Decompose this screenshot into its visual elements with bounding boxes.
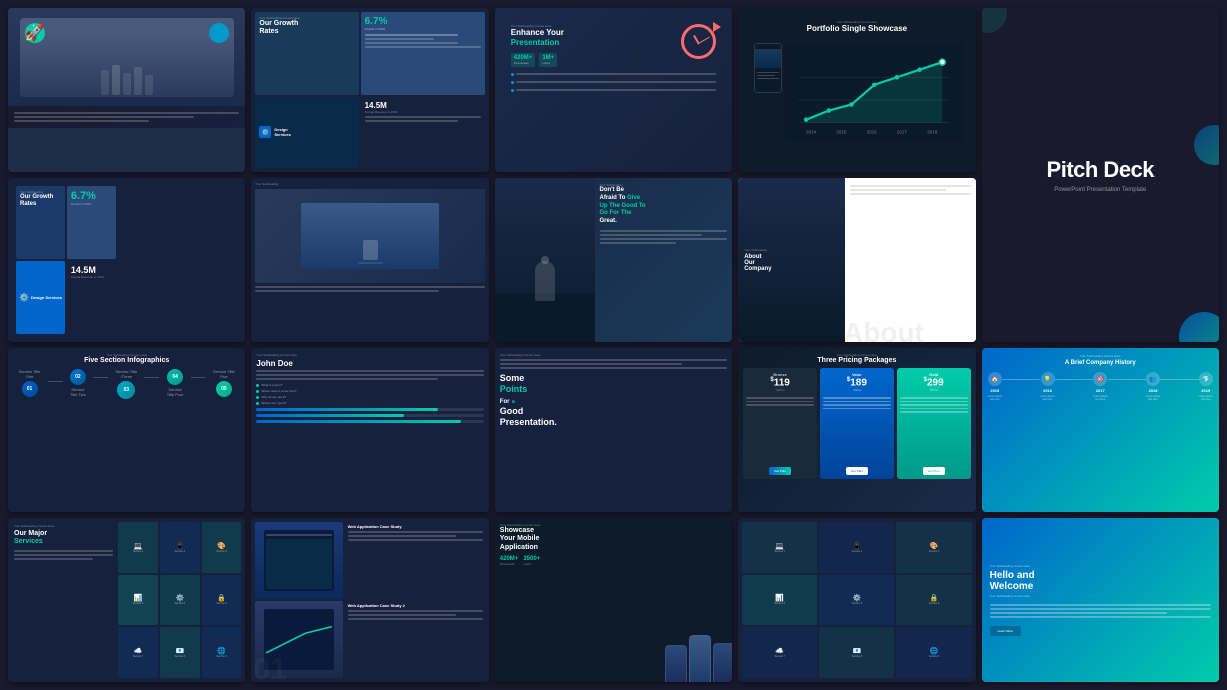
hello-company-sub: Your Subheading Comes Here	[990, 594, 1211, 598]
service-cell-2: 📱 Service 2	[819, 522, 894, 573]
learn-more-btn[interactable]: Learn More	[990, 626, 1021, 636]
icon-star	[209, 23, 229, 43]
afraid-title: Don't BeAfraid To GiveUp The Good ToGo F…	[600, 187, 728, 226]
growth-in-2019: Growth in 2019	[71, 202, 112, 206]
infographics-title: Five Section Infographics	[13, 357, 240, 364]
points-body	[500, 359, 727, 369]
svg-text:2016: 2016	[867, 129, 878, 134]
case1-title: Web Application Case Study	[348, 524, 483, 529]
growth-stat-label: Growth in 2019	[365, 27, 481, 31]
showcase-stat-2: 3500+ Users	[523, 556, 540, 566]
slide-pitch-deck[interactable]: Pitch Deck PowerPoint Presentation Templ…	[982, 8, 1219, 342]
pitch-deck-title: Pitch Deck	[1047, 157, 1155, 183]
about-title: AboutOurCompany	[744, 254, 839, 272]
revenue-value: 14.5M	[365, 101, 481, 110]
svg-text:2014: 2014	[806, 129, 817, 134]
johndoe-subtitle: Your Subheading Comes Here	[256, 353, 483, 357]
slide-portfolio-single[interactable]: Your Subheading Comes Here Portfolio Sin…	[738, 8, 975, 172]
slide-showcase-mobile[interactable]: Your Subheading Comes Here ShowcaseYour …	[495, 518, 732, 682]
showcase-stat-1: 420M+ Downloads	[500, 556, 519, 566]
pricing-title: Three Pricing Packages	[743, 357, 970, 364]
about-watermark: About	[845, 319, 924, 342]
slide-growth-small[interactable]: Your Subheading Our GrowthRates 6.7% Gro…	[8, 178, 245, 342]
slide-some-points[interactable]: Your Subheading Comes Here SomePointsFor…	[495, 348, 732, 512]
revenue-label: Annual Revenue in 2019	[365, 110, 481, 114]
slide-company-history[interactable]: Your Subheading Comes Here A Brief Compa…	[982, 348, 1219, 512]
stat-downloads: 420M+ Downloads	[511, 53, 536, 67]
pitch-deck-subtitle: PowerPoint Presentation Template	[1054, 187, 1146, 193]
services-subtitle: Your Subheading Comes Here	[14, 524, 113, 528]
services-title: Our MajorServices	[14, 530, 113, 547]
slide-three-pricing[interactable]: Your Subheading Comes Here Three Pricing…	[738, 348, 975, 512]
slide-major-services[interactable]: Your Subheading Comes Here Our MajorServ…	[8, 518, 245, 682]
slide-services-grid[interactable]: 💻 Service 1 📱 Service 2 🎨 Service 3 📊 Se…	[738, 518, 975, 682]
svg-text:2018: 2018	[927, 129, 938, 134]
enhance-title: Enhance YourPresentation	[511, 28, 634, 47]
portfolio-title: Portfolio Single Showcase	[750, 24, 963, 33]
some-points-title: SomePointsFor aGoodPresentation.	[500, 373, 727, 427]
slide-grid: 🚀	[0, 0, 1227, 690]
case2-title: Web Application Case Study 2	[348, 603, 483, 608]
slide-mobile-app-dev[interactable]: Your Subheading	[251, 178, 488, 342]
hello-desc	[990, 602, 1211, 620]
service-cell-9: 🌐 Service 9	[896, 627, 971, 678]
service-cell-6: 🔒 Service 6	[896, 575, 971, 626]
slide-five-section-infographics[interactable]: Your Subheading Comes Here Five Section …	[8, 348, 245, 512]
showcase-title: ShowcaseYour MobileApplication	[500, 527, 625, 552]
service-cell-1: 💻 Service 1	[742, 522, 817, 573]
slide-web-app-case-study[interactable]: Web Application Case Study	[251, 518, 488, 682]
history-subtitle: Your Subheading Comes Here	[988, 354, 1213, 358]
about-subtitle: Your Subheading	[744, 248, 839, 252]
case-study-num: 01	[253, 653, 286, 682]
design-services-label: Design Services	[31, 295, 62, 300]
stat-users: 1M+ Users	[539, 53, 557, 67]
slide-john-doe[interactable]: Your Subheading Comes Here John Doe What…	[251, 348, 488, 512]
johndoe-name: John Doe	[256, 359, 483, 368]
service-cell-7: ☁️ Service 7	[742, 627, 817, 678]
svg-text:2017: 2017	[897, 129, 908, 134]
growth-rate-title: Our GrowthRates	[20, 194, 61, 208]
hello-title: Hello andWelcome	[990, 570, 1211, 592]
slide-about-company[interactable]: Your Subheading AboutOurCompany About	[738, 178, 975, 342]
revenue-big: 14.5M	[71, 265, 112, 275]
svg-text:2015: 2015	[837, 129, 848, 134]
slide-growth-stats-big[interactable]: Your Subheading Comes Here Our GrowthRat…	[251, 8, 488, 172]
slide-hello-welcome[interactable]: Your Subheading Comes Here Hello andWelc…	[982, 518, 1219, 682]
points-subtitle: Your Subheading Comes Here	[500, 353, 727, 357]
growth-stat-value: 6.7%	[365, 16, 481, 27]
slide-team-photo[interactable]: 🚀	[8, 8, 245, 172]
service-cell-4: 📊 Service 4	[742, 575, 817, 626]
service-cell-8: 📧 Service 8	[819, 627, 894, 678]
service-cell-5: ⚙️ Service 5	[819, 575, 894, 626]
hello-subtitle: Your Subheading Comes Here	[990, 564, 1211, 568]
growth-title: Our GrowthRates	[259, 20, 354, 37]
mobile-dev-subtitle: Your Subheading	[255, 182, 484, 186]
growth-pct: 6.7%	[71, 190, 112, 202]
icon-rocket: 🚀	[25, 23, 45, 43]
service-cell-3: 🎨 Service 3	[896, 522, 971, 573]
slide-dont-be-afraid[interactable]: Your Subheading Don't BeAfraid To GiveUp…	[495, 178, 732, 342]
history-title: A Brief Company History	[988, 360, 1213, 366]
slide-enhance-presentation[interactable]: Your Subheading Comes Here Enhance YourP…	[495, 8, 732, 172]
design-label: DesignServices	[274, 127, 290, 137]
